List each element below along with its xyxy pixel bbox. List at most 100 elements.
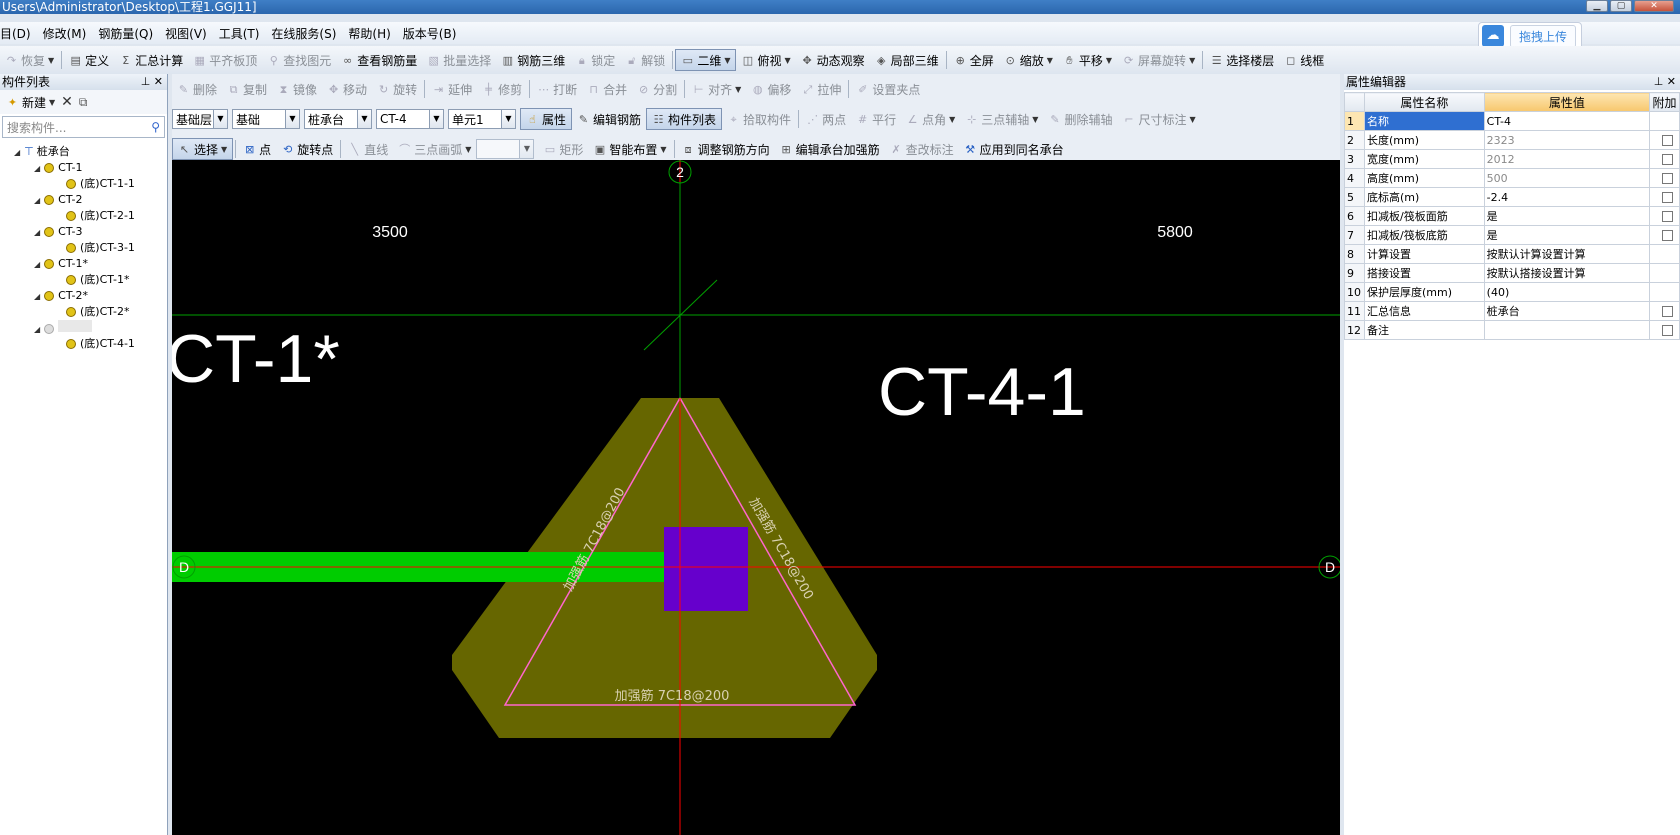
property-value[interactable]: 是 [1483,206,1650,226]
property-value[interactable]: 按默认搭接设置计算 [1483,263,1650,283]
unlock-button[interactable]: 🔓︎ 解锁 [620,49,670,71]
upload-button[interactable]: 拖拽上传 [1510,24,1577,48]
move-button[interactable]: ✥ 移动 [322,78,372,100]
property-value[interactable]: CT-4 [1483,111,1650,131]
floor-select[interactable]: 基础层 ▼ [172,109,228,129]
new-component-button[interactable]: ✦ 新建 ▼ [6,91,55,113]
menu-rebar-qty[interactable]: 钢筋量(Q) [92,25,159,42]
delete-icon[interactable]: ✕ [61,94,73,110]
property-value[interactable]: 桩承台 [1483,301,1650,321]
stretch-button[interactable]: ⤢ 拉伸 [796,78,846,100]
edit-rebar-button[interactable]: ✎ 编辑钢筋 [572,108,646,130]
line-button[interactable]: ╲ 直线 [343,138,393,160]
tree-item[interactable]: (底)CT-4-1 [0,336,167,352]
flat-board-top-button[interactable]: ▦ 平齐板顶 [188,49,262,71]
arc-button[interactable]: ⌒ 三点画弧 ▼ [393,138,476,160]
tree-item[interactable]: ◢ CT-3 [0,224,167,240]
copy-button[interactable]: ⧉ 复制 [222,78,272,100]
rotate-point-button[interactable]: ⟲ 旋转点 [276,138,338,160]
rotate-button[interactable]: ↻ 旋转 [372,78,422,100]
property-row[interactable]: 9 搭接设置 按默认搭接设置计算 [1344,263,1680,283]
pan-button[interactable]: ✋︎ 平移 ▼ [1058,49,1117,71]
define-button[interactable]: ▤ 定义 [64,49,114,71]
rebar-3d-button[interactable]: ▥ 钢筋三维 [496,49,570,71]
find-element-button[interactable]: ⚲ 查找图元 [262,49,336,71]
column[interactable] [664,527,748,611]
tree-item[interactable]: ◢ CT-1 [0,160,167,176]
category-select[interactable]: 基础 ▼ [232,109,300,129]
pin-icon[interactable]: ⊥ ✕ [1654,74,1676,90]
extra-checkbox[interactable] [1661,192,1673,203]
fullscreen-button[interactable]: ⊕ 全屏 [949,49,999,71]
element-select[interactable]: CT-4 ▼ [376,109,444,129]
screen-rotate-button[interactable]: ⟳ 屏幕旋转 ▼ [1117,49,1200,71]
property-row[interactable]: 3 宽度(mm) 2012 [1344,149,1680,169]
property-row[interactable]: 1 名称 CT-4 [1344,111,1680,131]
extra-checkbox[interactable] [1661,135,1673,146]
property-value[interactable]: 2012 [1483,149,1650,169]
delete-aux-button[interactable]: ✎ 删除辅轴 [1043,108,1117,130]
property-row[interactable]: 5 底标高(m) -2.4 [1344,187,1680,207]
property-row[interactable]: 8 计算设置 按默认计算设置计算 [1344,244,1680,264]
property-value[interactable]: 500 [1483,168,1650,188]
tree-item[interactable]: ◢ CT-2 [0,192,167,208]
pin-icon[interactable]: ⊥ ✕ [141,74,163,90]
split-button[interactable]: ⊘ 分割 [632,78,682,100]
extra-checkbox[interactable] [1661,230,1673,241]
dynamic-view-button[interactable]: ✥ 动态观察 [796,49,870,71]
tree-item[interactable]: ◢ CT-2* [0,288,167,304]
set-grip-button[interactable]: ✐ 设置夹点 [851,78,925,100]
point-angle-button[interactable]: ∠ 点角 ▼ [901,108,960,130]
maximize-icon[interactable]: ▢ [1610,0,1632,12]
pick-element-button[interactable]: ⌖ 拾取构件 [722,108,796,130]
select-button[interactable]: ↖ 选择 ▼ [172,138,234,160]
select-floor-button[interactable]: ☰ 选择楼层 [1205,49,1279,71]
menu-version[interactable]: 版本号(B) [397,25,463,42]
property-row[interactable]: 10 保护层厚度(mm) (40) [1344,282,1680,302]
view-rebar-qty-button[interactable]: ∞ 查看钢筋量 [336,49,422,71]
tree-item[interactable]: (底)CT-1-1 [0,176,167,192]
minimize-icon[interactable]: ▁ [1586,0,1608,12]
menu-draw[interactable]: 目(D) [0,25,37,42]
property-row[interactable]: 11 汇总信息 桩承台 [1344,301,1680,321]
property-value[interactable]: 是 [1483,225,1650,245]
zoom-button[interactable]: ⊙ 缩放 ▼ [999,49,1058,71]
merge-button[interactable]: ⊓ 合并 [582,78,632,100]
property-value[interactable]: 2323 [1483,130,1650,150]
break-button[interactable]: ⋯ 打断 [532,78,582,100]
drawing-canvas[interactable]: 2 D D 3500 5800 CT-1* CT-4-1 加强筋 7C18@20… [172,160,1340,835]
summary-button[interactable]: Σ 汇总计算 [114,49,188,71]
apply-same-cap-button[interactable]: ⚒ 应用到同名承台 [959,138,1069,160]
lock-button[interactable]: 🔒︎ 锁定 [570,49,620,71]
properties-button[interactable]: ☝ 属性 [520,108,573,130]
property-value[interactable]: (40) [1483,282,1650,302]
menu-modify[interactable]: 修改(M) [37,25,93,42]
redo-button[interactable]: ↷ 恢复 ▼ [0,49,59,71]
property-row[interactable]: 6 扣减板/筏板面筋是 [1344,206,1680,226]
menu-tools[interactable]: 工具(T) [213,25,266,42]
three-point-aux-button[interactable]: ⊹ 三点辅轴 ▼ [960,108,1043,130]
point-button[interactable]: ⊠ 点 [238,138,276,160]
close-icon[interactable]: ✕ [1634,0,1674,12]
top-view-button[interactable]: ◫ 俯视 ▼ [736,49,795,71]
unit-select[interactable]: 单元1 ▼ [448,109,516,129]
modify-label-button[interactable]: ✗ 查改标注 [885,138,959,160]
arc-mode-select[interactable]: ▼ [476,139,535,159]
tree-item[interactable]: (底)CT-2* [0,304,167,320]
parallel-button[interactable]: # 平行 [851,108,901,130]
property-value[interactable]: -2.4 [1483,187,1650,207]
batch-select-button[interactable]: ▧ 批量选择 [422,49,496,71]
dimension-button[interactable]: ⌐ 尺寸标注 ▼ [1117,108,1200,130]
extra-checkbox[interactable] [1661,173,1673,184]
mirror-button[interactable]: ⧗ 镜像 [272,78,322,100]
property-row[interactable]: 12 备注 [1344,320,1680,340]
offset-button[interactable]: ◍ 偏移 [746,78,796,100]
edit-cap-rebar-button[interactable]: ⊞ 编辑承台加强筋 [775,138,885,160]
type-select[interactable]: 桩承台 ▼ [304,109,372,129]
property-value[interactable]: 按默认计算设置计算 [1483,244,1650,264]
trim-button[interactable]: ╪ 修剪 [477,78,527,100]
property-row[interactable]: 4 高度(mm) 500 [1344,168,1680,188]
rect-button[interactable]: ▭ 矩形 [538,138,588,160]
two-point-button[interactable]: ⋰ 两点 [801,108,851,130]
extra-checkbox[interactable] [1661,325,1673,336]
